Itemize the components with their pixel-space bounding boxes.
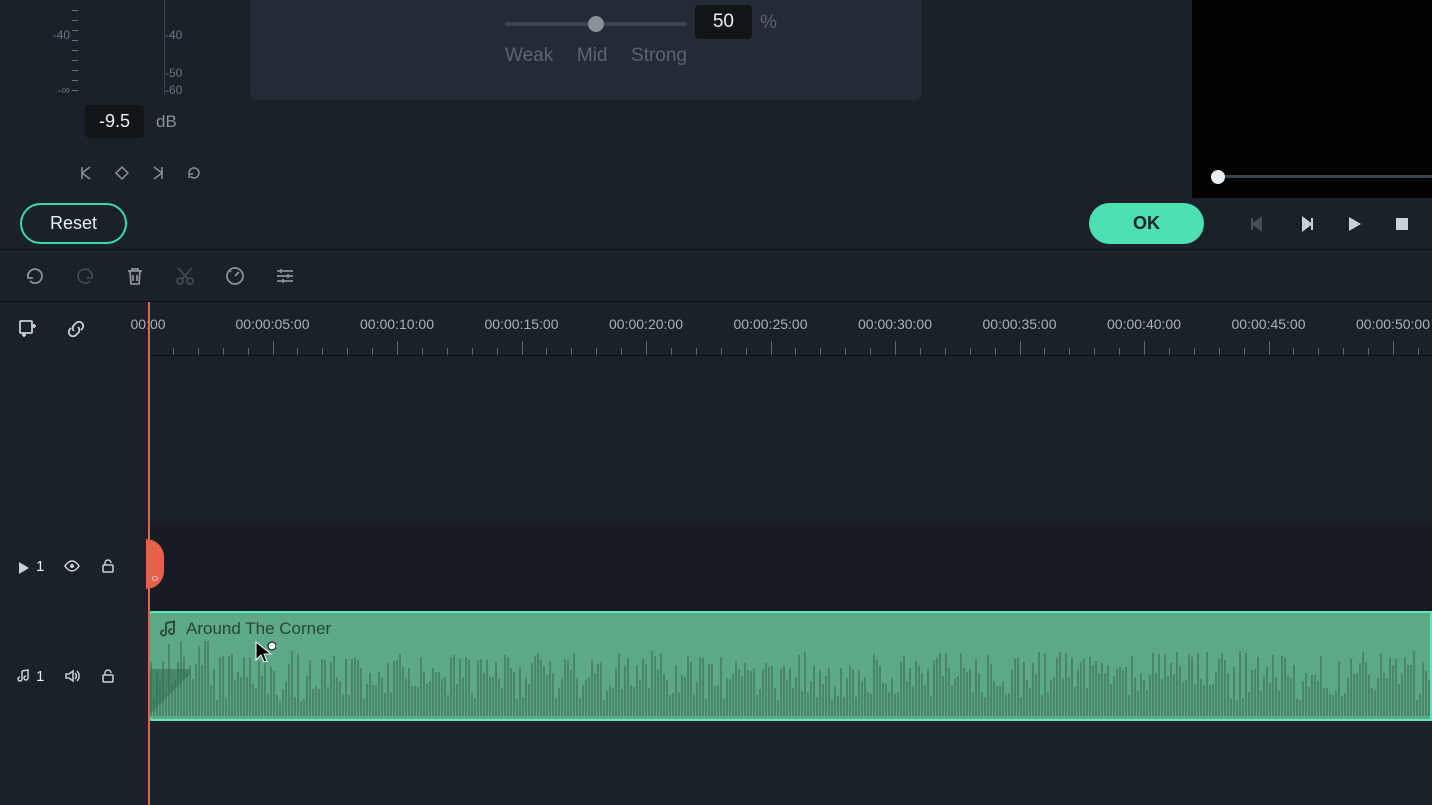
playhead[interactable] [148, 302, 150, 805]
ok-button[interactable]: OK [1089, 203, 1204, 244]
cut-icon[interactable] [174, 265, 196, 287]
audio-clip[interactable]: Around The Corner [148, 611, 1432, 721]
video-track-label: 1 [16, 558, 44, 575]
meter-right-tick-50: -50 [165, 66, 182, 80]
keyframe-add-icon[interactable] [114, 165, 130, 181]
db-value-input[interactable]: -9.5 [85, 105, 144, 138]
meter-right-tick-40: -40 [165, 28, 182, 42]
preview-scrubber[interactable] [1218, 175, 1432, 178]
play-icon[interactable] [1344, 214, 1364, 234]
keyframe-prev-icon[interactable] [78, 165, 94, 181]
mute-icon[interactable] [64, 668, 80, 684]
audio-track-content[interactable]: Around The Corner [148, 611, 1432, 741]
ruler-label: 00:00:20:00 [609, 316, 683, 332]
delete-icon[interactable] [124, 265, 146, 287]
audio-track-header: 1 [0, 611, 148, 741]
reset-button[interactable]: Reset [20, 203, 127, 244]
visibility-icon[interactable] [64, 558, 80, 574]
strength-slider[interactable] [505, 22, 687, 26]
redo-icon[interactable] [74, 265, 96, 287]
ruler-label: 00:00:50:00 [1356, 316, 1430, 332]
step-forward-icon[interactable] [1296, 214, 1316, 234]
slider-value-input[interactable]: 50 [695, 5, 752, 39]
audio-track-label: 1 [16, 668, 44, 685]
audio-meter-panel: -40 -∞ -40 -50 -60 -9.5 dB [0, 0, 195, 198]
stop-icon[interactable] [1392, 214, 1412, 234]
ruler-label: 00:00:45:00 [1232, 316, 1306, 332]
adjust-icon[interactable] [274, 265, 296, 287]
preview-panel [1192, 0, 1432, 198]
slider-thumb[interactable] [588, 16, 604, 32]
undo-icon[interactable] [24, 265, 46, 287]
meter-right-tick-60: -60 [165, 83, 182, 97]
step-back-icon[interactable] [1248, 214, 1268, 234]
ruler-label: 00:00:30:00 [858, 316, 932, 332]
ruler-label: 00:00:35:00 [983, 316, 1057, 332]
keyframe-next-icon[interactable] [150, 165, 166, 181]
slider-label-weak: Weak [505, 45, 553, 67]
add-track-icon[interactable] [18, 319, 38, 339]
ruler-label: 00:00:10:00 [360, 316, 434, 332]
link-icon[interactable] [66, 319, 86, 339]
video-track-header: 1 [0, 521, 148, 611]
strength-slider-card: Weak Mid Strong 50 % [250, 0, 922, 100]
audio-clip-name: Around The Corner [186, 619, 331, 639]
slider-label-mid: Mid [577, 45, 608, 67]
timeline-ruler[interactable]: 00:0000:00:05:0000:00:10:0000:00:15:0000… [148, 302, 1432, 356]
ruler-label: 00:00:15:00 [485, 316, 559, 332]
speed-icon[interactable] [224, 265, 246, 287]
ruler-label: 00:00:05:00 [236, 316, 310, 332]
music-note-icon [160, 620, 178, 638]
video-track-content[interactable]: ○ [148, 521, 1432, 611]
slider-label-strong: Strong [631, 45, 687, 67]
db-unit: dB [156, 112, 177, 132]
slider-unit: % [760, 12, 777, 34]
meter-left-tick-40: -40 [53, 28, 70, 42]
lock-icon[interactable] [100, 558, 116, 574]
meter-left-tick-inf: -∞ [57, 83, 70, 97]
ruler-label: 00:00:40:00 [1107, 316, 1181, 332]
lock-icon[interactable] [100, 668, 116, 684]
ruler-label: 00:00:25:00 [734, 316, 808, 332]
